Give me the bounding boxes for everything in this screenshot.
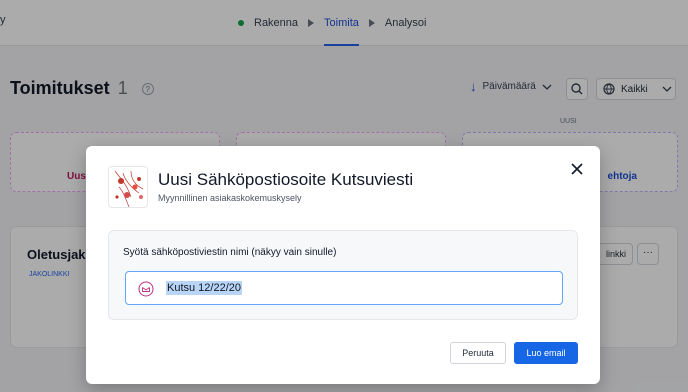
new-email-invite-dialog: Uusi Sähköpostiosoite Kutsuviesti Myynni… xyxy=(86,146,600,384)
dialog-title: Uusi Sähköpostiosoite Kutsuviesti xyxy=(158,170,414,189)
create-email-button[interactable]: Luo email xyxy=(514,342,578,364)
name-field-panel: Syötä sähköpostiviestin nimi (näkyy vain… xyxy=(108,230,578,320)
flower-logo-icon xyxy=(114,170,144,207)
close-icon xyxy=(571,163,583,175)
survey-logo xyxy=(108,166,148,208)
field-label: Syötä sähköpostiviestin nimi (näkyy vain… xyxy=(123,247,337,258)
email-name-input[interactable]: Kutsu 12/22/20 xyxy=(125,271,563,305)
input-value: Kutsu 12/22/20 xyxy=(166,281,243,295)
cancel-button[interactable]: Peruuta xyxy=(450,342,506,364)
close-button[interactable] xyxy=(568,160,586,178)
envelope-icon xyxy=(138,281,154,297)
dialog-subtitle: Myynnillinen asiakaskokemuskysely xyxy=(158,193,302,203)
